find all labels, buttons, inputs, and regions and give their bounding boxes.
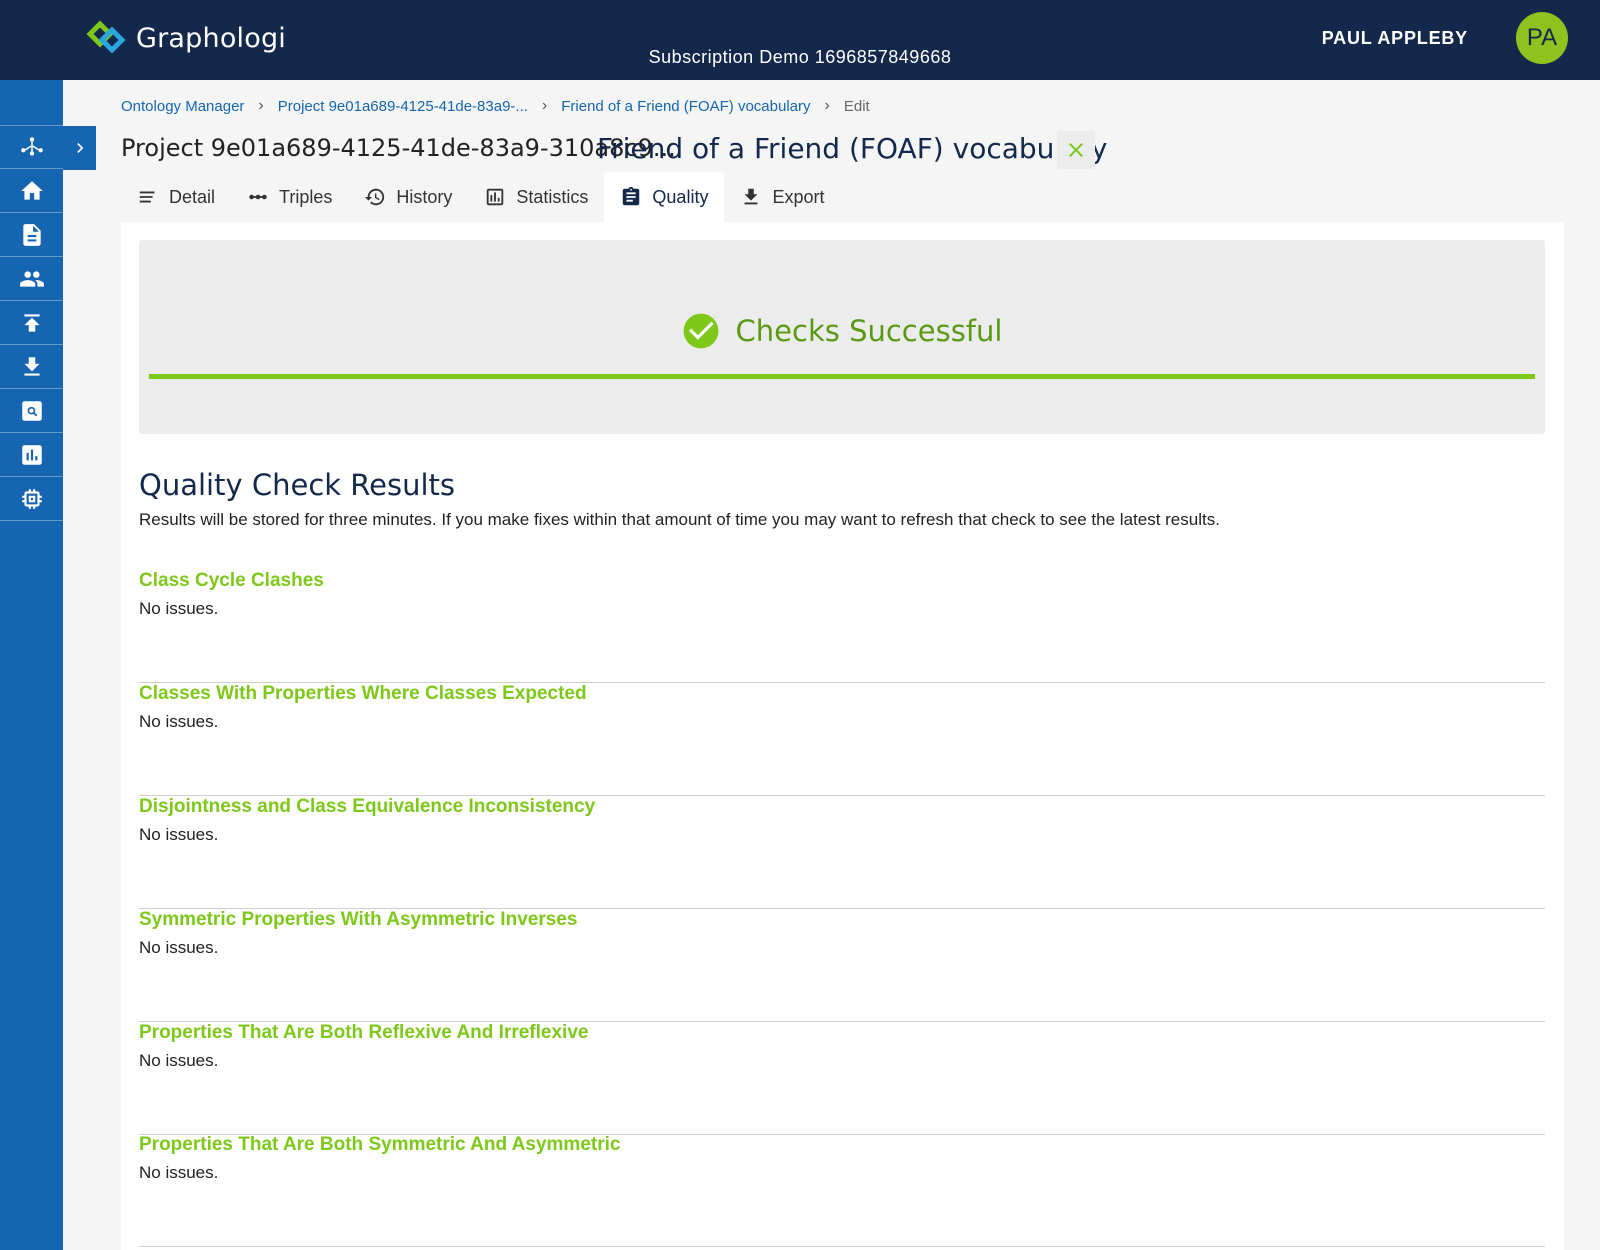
upload-icon	[23, 313, 40, 332]
check-result: No issues.	[139, 1163, 219, 1182]
chevron-right-icon: ›	[541, 97, 548, 114]
chevron-right-icon: ›	[258, 97, 264, 114]
avatar[interactable]: PA	[1516, 12, 1568, 64]
check-item: Disjointness and Class Equivalence Incon…	[139, 796, 1545, 909]
sidebar-item-settings[interactable]	[0, 477, 63, 521]
search-icon	[21, 400, 42, 421]
status-row: Checks Successful	[139, 312, 1545, 350]
top-bar: Graphologi Subscription Demo 16968578496…	[0, 0, 1600, 80]
chevron-right-icon: ›	[824, 97, 830, 114]
bar-chart-icon	[487, 188, 504, 206]
dots-icon	[249, 194, 267, 200]
sidebar-item-search[interactable]	[0, 389, 63, 433]
breadcrumb: Ontology Manager › Project 9e01a689-4125…	[121, 97, 870, 115]
document-icon	[22, 223, 41, 246]
sidebar-expand-button[interactable]	[63, 126, 96, 170]
breadcrumb-current: Edit	[843, 97, 870, 115]
home-icon	[20, 180, 43, 200]
check-title[interactable]: Classes With Properties Where Classes Ex…	[139, 683, 587, 705]
sidebar-item-documents[interactable]	[0, 213, 63, 257]
tab-label: History	[396, 186, 453, 207]
breadcrumb-project[interactable]: Project 9e01a689-4125-41de-83a9-...	[278, 98, 528, 115]
check-item: Class Cycle Clashes No issues.	[139, 570, 1545, 683]
close-button[interactable]	[1057, 131, 1095, 169]
results-description: Results will be stored for three minutes…	[139, 510, 1220, 529]
sidebar-item-users[interactable]	[0, 257, 63, 301]
page-title: Friend of a Friend (FOAF) vocabulary	[597, 132, 1108, 165]
check-result: No issues.	[139, 938, 219, 957]
list-icon	[139, 191, 155, 203]
people-icon	[19, 270, 44, 287]
tab-label: Triples	[279, 186, 333, 207]
chip-icon	[21, 488, 42, 509]
close-icon	[1069, 143, 1083, 157]
download-icon	[23, 356, 40, 376]
tab-label: Export	[772, 186, 825, 207]
check-result: No issues.	[139, 712, 219, 731]
status-box: Checks Successful	[139, 240, 1545, 434]
sidebar-item-graph[interactable]	[0, 125, 63, 169]
status-text: Checks Successful	[735, 314, 1003, 348]
check-title[interactable]: Symmetric Properties With Asymmetric Inv…	[139, 909, 577, 931]
sidebar-item-statistics[interactable]	[0, 433, 63, 477]
results-title: Quality Check Results	[139, 468, 455, 502]
tab-detail[interactable]: Detail	[121, 172, 231, 222]
check-item: Properties That Are Both Symmetric And A…	[139, 1134, 1545, 1247]
chevron-right-icon	[76, 143, 83, 153]
graph-icon	[20, 137, 43, 156]
sidebar	[0, 80, 63, 1250]
sidebar-item-home[interactable]	[0, 169, 63, 213]
user-name[interactable]: PAUL APPLEBY	[1322, 28, 1468, 49]
quality-panel: Checks Successful Quality Check Results …	[121, 222, 1564, 1250]
breadcrumb-ontology-manager[interactable]: Ontology Manager	[121, 98, 244, 115]
tab-statistics[interactable]: Statistics	[468, 172, 604, 222]
clipboard-icon	[623, 186, 640, 206]
check-item: Classes With Properties Where Classes Ex…	[139, 683, 1545, 796]
tab-history[interactable]: History	[348, 172, 468, 222]
tab-label: Statistics	[516, 186, 589, 207]
sidebar-item-import[interactable]	[0, 301, 63, 345]
chart-icon	[21, 444, 42, 465]
check-circle-icon	[683, 313, 718, 349]
breadcrumb-vocabulary[interactable]: Friend of a Friend (FOAF) vocabulary	[561, 98, 810, 115]
project-title: Project 9e01a689-4125-41de-83a9-310a8c9.…	[121, 134, 676, 162]
check-title[interactable]: Properties That Are Both Symmetric And A…	[139, 1134, 620, 1156]
tab-label: Quality	[652, 186, 709, 207]
subscription-name: Subscription Demo 1696857849668	[648, 47, 952, 67]
check-item: Properties That Are Both Reflexive And I…	[139, 1022, 1545, 1135]
check-result: No issues.	[139, 825, 219, 844]
status-progress-bar	[149, 374, 1535, 379]
history-icon	[365, 188, 385, 206]
tab-export[interactable]: Export	[724, 172, 840, 222]
check-title[interactable]: Disjointness and Class Equivalence Incon…	[139, 796, 595, 818]
tab-quality[interactable]: Quality	[604, 172, 725, 222]
tab-bar: Detail Triples History Statistics Qualit…	[121, 172, 840, 222]
check-result: No issues.	[139, 1051, 219, 1070]
tab-triples[interactable]: Triples	[231, 172, 348, 222]
check-title[interactable]: Properties That Are Both Reflexive And I…	[139, 1022, 588, 1044]
check-title[interactable]: Class Cycle Clashes	[139, 570, 324, 592]
download-icon	[745, 188, 758, 205]
sidebar-item-export[interactable]	[0, 345, 63, 389]
check-result: No issues.	[139, 599, 219, 618]
tab-label: Detail	[169, 186, 216, 207]
check-item: Symmetric Properties With Asymmetric Inv…	[139, 909, 1545, 1022]
